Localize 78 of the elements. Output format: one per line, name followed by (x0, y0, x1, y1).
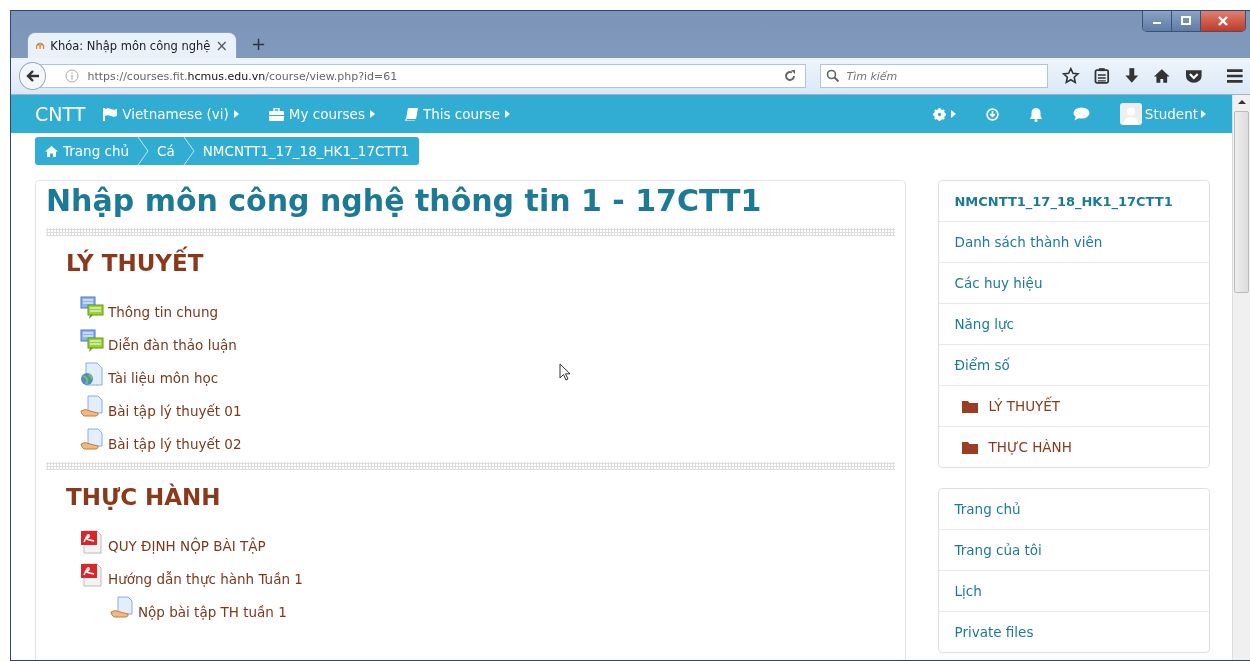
minimize-button[interactable] (1143, 11, 1172, 31)
maximize-button[interactable] (1172, 11, 1201, 31)
back-arrow-icon (24, 69, 41, 83)
star-icon[interactable] (1062, 67, 1080, 85)
pdf-icon (80, 563, 104, 587)
close-button[interactable] (1201, 11, 1245, 31)
search-field[interactable]: Tìm kiếm (820, 64, 1049, 88)
chevron-icon (182, 137, 195, 165)
site-name-link[interactable]: CNTT (35, 103, 86, 125)
block-item[interactable]: Năng lực (939, 303, 1209, 344)
address-bar[interactable]: https://courses.fit.hcmus.edu.vn/course/view.php?id=61 (40, 64, 807, 88)
activity-link[interactable]: QUY ĐỊNH NỘP BÀI TẬP (108, 538, 266, 554)
user-menu[interactable]: Student (1119, 103, 1206, 125)
nav-menu[interactable]: This course (404, 106, 510, 122)
activity-link[interactable]: Hướng dẫn thực hành Tuần 1 (108, 571, 303, 587)
close-icon (1216, 16, 1230, 26)
browser-tab[interactable]: Khóa: Nhập môn công nghệ × (27, 32, 237, 58)
home-icon[interactable] (1153, 67, 1171, 85)
activity-link[interactable]: Diễn đàn thảo luận (108, 337, 237, 353)
breadcrumb-link[interactable]: NMCNTT1_17_18_HK1_17CTT1 (202, 143, 410, 159)
breadcrumb-link[interactable]: Trang chủ (45, 143, 130, 159)
block-item[interactable]: Trang của tôi (939, 529, 1209, 570)
home-icon (45, 145, 58, 157)
pdf-icon (80, 530, 104, 554)
nav-menu[interactable]: Vietnamese (vi) (103, 106, 239, 122)
maximize-icon (1180, 16, 1192, 26)
clipboard-icon[interactable] (1094, 67, 1110, 85)
block-item[interactable]: Lịch (939, 570, 1209, 611)
block-item[interactable]: Danh sách thành viên (939, 221, 1209, 262)
block-item[interactable]: THỰC HÀNH (939, 426, 1209, 467)
hand-document-icon (110, 596, 134, 620)
flag-icon (103, 107, 118, 121)
folder-icon (962, 440, 979, 454)
caret-icon (1201, 110, 1206, 118)
hand-document-icon (80, 395, 104, 419)
activity-link[interactable]: Bài tập lý thuyết 01 (108, 403, 242, 419)
hand-document-icon (80, 428, 104, 452)
chat-icon (80, 329, 104, 353)
activity-link[interactable]: Thông tin chung (108, 304, 219, 320)
new-tab-button[interactable]: + (251, 33, 267, 54)
section-title: THỰC HÀNH (66, 484, 222, 510)
activity-link[interactable]: Tài liệu môn học (108, 370, 219, 386)
course-title: Nhập môn công nghệ thông tin 1 - 17CTT1 (46, 183, 763, 218)
download-circle-icon[interactable] (985, 107, 999, 121)
folder-icon (962, 399, 979, 413)
pocket-icon[interactable] (1184, 67, 1203, 85)
block-item[interactable]: Trang chủ (939, 489, 1209, 529)
briefcase-icon (268, 107, 284, 121)
chat-icon (80, 296, 104, 320)
caret-icon (504, 110, 510, 118)
back-button[interactable] (19, 62, 47, 90)
avatar-icon (1119, 103, 1142, 125)
caret-icon (369, 110, 375, 118)
bell-icon[interactable] (1028, 106, 1043, 122)
mouse-cursor-icon (559, 363, 571, 381)
block-item[interactable]: Private files (939, 611, 1209, 652)
block-item[interactable]: LÝ THUYẾT (939, 385, 1209, 426)
settings-menu[interactable] (932, 107, 956, 121)
block-item[interactable]: Các huy hiệu (939, 262, 1209, 303)
breadcrumb-link[interactable]: Cá (157, 143, 175, 159)
chat-bubble-icon[interactable] (1072, 107, 1090, 121)
caret-icon (950, 110, 956, 118)
menu-icon[interactable] (1226, 68, 1244, 84)
scrollbar-thumb[interactable] (1234, 111, 1249, 293)
info-icon (65, 69, 80, 83)
download-icon[interactable] (1123, 67, 1140, 85)
reload-icon[interactable] (783, 69, 798, 83)
settings-icon (932, 107, 946, 121)
globe-page-icon (80, 362, 104, 386)
close-tab-button[interactable]: × (215, 36, 228, 55)
activity-link[interactable]: Bài tập lý thuyết 02 (108, 436, 242, 452)
caret-icon (233, 110, 239, 118)
block-item[interactable]: NMCNTT1_17_18_HK1_17CTT1 (939, 181, 1209, 221)
nav-menu[interactable]: My courses (268, 106, 375, 122)
chevron-icon (137, 137, 150, 165)
activity-link[interactable]: Nộp bài tập TH tuần 1 (138, 604, 287, 620)
block-item[interactable]: Điểm số (939, 344, 1209, 385)
book-icon (404, 107, 418, 121)
